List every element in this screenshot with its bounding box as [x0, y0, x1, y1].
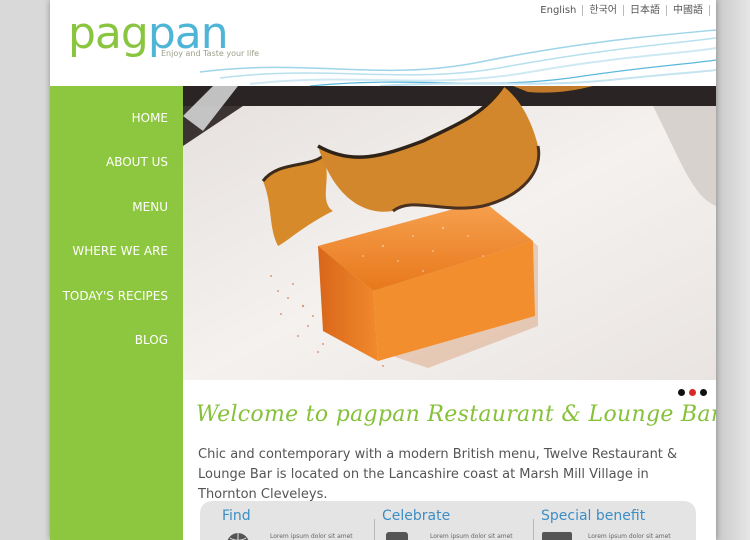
celebrate-icon — [386, 532, 408, 540]
feature-find: Find Lorem ipsum dolor sit amet — [222, 501, 382, 540]
nav-item-where-we-are[interactable]: WHERE WE ARE — [72, 244, 168, 258]
feature-celebrate-title[interactable]: Celebrate — [382, 508, 450, 524]
slider-dot-1[interactable] — [678, 389, 685, 396]
benefit-icon — [542, 532, 572, 540]
language-japanese[interactable]: 日本語 — [624, 5, 667, 16]
language-english[interactable]: English — [534, 5, 584, 16]
slider-dot-3[interactable] — [700, 389, 707, 396]
nav-item-about-us[interactable]: ABOUT US — [106, 155, 168, 169]
slider-pagination — [678, 389, 707, 396]
language-switcher: English 한국어 日本語 中國語 — [534, 5, 710, 16]
globe-icon — [227, 533, 249, 540]
food-photo-illustration — [183, 86, 716, 380]
feature-divider — [533, 519, 534, 540]
site-header: pagpan Enjoy and Taste your life English… — [50, 0, 716, 86]
language-chinese[interactable]: 中國語 — [667, 5, 710, 16]
site-tagline: Enjoy and Taste your life — [161, 49, 260, 58]
welcome-heading: Welcome to pagpan Restaurant & Lounge Ba… — [196, 402, 716, 427]
page: pagpan Enjoy and Taste your life English… — [50, 0, 716, 540]
language-korean[interactable]: 한국어 — [583, 5, 624, 16]
feature-special-benefit-text: Lorem ipsum dolor sit amet — [588, 533, 671, 540]
feature-celebrate: Celebrate Lorem ipsum dolor sit amet — [382, 501, 532, 540]
feature-box: Find Lorem ipsum dolor sit amet Celebrat… — [200, 501, 696, 540]
feature-celebrate-text: Lorem ipsum dolor sit amet — [430, 533, 513, 540]
nav-item-todays-recipes[interactable]: TODAY'S RECIPES — [63, 289, 168, 303]
slider-dot-2[interactable] — [689, 389, 696, 396]
nav-item-menu[interactable]: MENU — [132, 200, 168, 214]
sidebar-nav: HOME ABOUT US MENU WHERE WE ARE TODAY'S … — [50, 86, 183, 540]
intro-paragraph: Chic and contemporary with a modern Brit… — [198, 447, 678, 502]
feature-divider — [374, 519, 375, 540]
logo-text-part1: pag — [68, 8, 149, 59]
feature-find-text: Lorem ipsum dolor sit amet — [270, 533, 353, 540]
feature-special-benefit: Special benefit Lorem ipsum dolor sit am… — [541, 501, 691, 540]
page-background-shadow — [716, 0, 750, 540]
nav-item-blog[interactable]: BLOG — [135, 333, 168, 347]
hero-slideshow-image — [183, 86, 716, 380]
feature-special-benefit-title[interactable]: Special benefit — [541, 508, 645, 524]
nav-item-home[interactable]: HOME — [132, 111, 168, 125]
feature-find-title[interactable]: Find — [222, 508, 251, 524]
